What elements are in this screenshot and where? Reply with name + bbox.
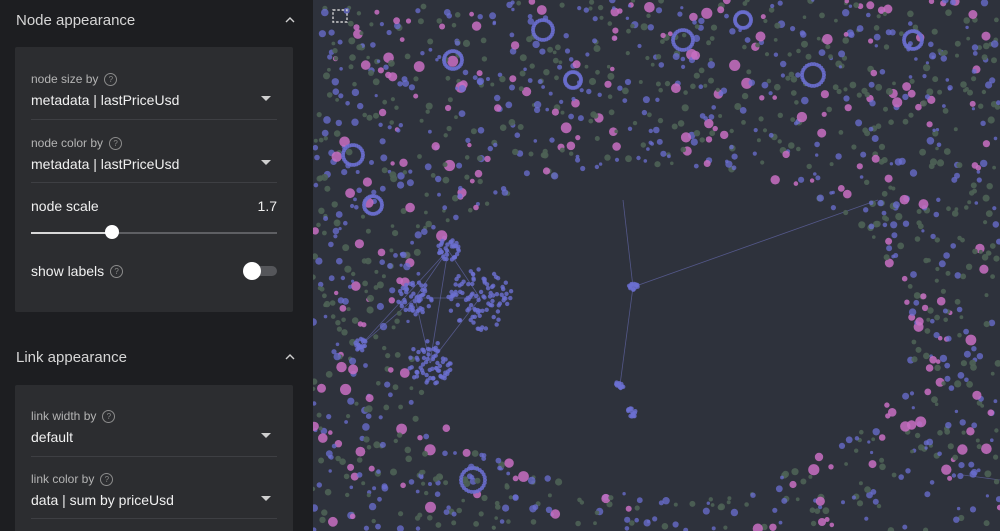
- link-width-by-select[interactable]: link width by ? default: [31, 409, 277, 449]
- settings-sidebar: Node appearance node size by ? metadata …: [0, 0, 313, 531]
- caret-down-icon[interactable]: [261, 160, 271, 165]
- divider: [31, 456, 277, 457]
- show-labels-label: show labels: [31, 263, 105, 279]
- link-width-by-value: default: [31, 429, 74, 445]
- caret-down-icon[interactable]: [261, 496, 271, 501]
- graph-canvas[interactable]: [313, 0, 1000, 531]
- node-scale-slider[interactable]: [31, 225, 277, 241]
- node-appearance-card: node size by ? metadata | lastPriceUsd n…: [15, 47, 293, 312]
- node-size-by-value: metadata | lastPriceUsd: [31, 92, 180, 108]
- node-scale-row: node scale 1.7: [31, 198, 277, 218]
- divider: [31, 119, 277, 120]
- node-color-by-select[interactable]: node color by ? metadata | lastPriceUsd: [31, 136, 277, 176]
- node-size-by-select[interactable]: node size by ? metadata | lastPriceUsd: [31, 72, 277, 112]
- help-icon[interactable]: ?: [110, 264, 124, 278]
- divider: [31, 518, 277, 519]
- node-size-by-label: node size by: [31, 72, 99, 86]
- graph-nodes: [313, 0, 1000, 531]
- chevron-up-icon[interactable]: [283, 350, 297, 364]
- help-icon[interactable]: ?: [109, 136, 123, 150]
- node-color-by-value: metadata | lastPriceUsd: [31, 156, 180, 172]
- link-width-by-label: link width by: [31, 409, 97, 423]
- selection-box-icon: [332, 9, 348, 23]
- toggle-knob: [243, 262, 261, 280]
- divider: [31, 182, 277, 183]
- caret-down-icon[interactable]: [261, 433, 271, 438]
- link-appearance-header[interactable]: Link appearance: [16, 345, 297, 369]
- node-appearance-title: Node appearance: [16, 11, 136, 29]
- help-icon[interactable]: ?: [102, 409, 116, 423]
- link-color-by-label: link color by: [31, 472, 95, 486]
- help-icon[interactable]: ?: [100, 472, 114, 486]
- node-appearance-header[interactable]: Node appearance: [16, 8, 297, 32]
- node-scale-value: 1.7: [257, 198, 277, 214]
- show-labels-row: show labels ?: [31, 261, 277, 281]
- selection-box-button[interactable]: [326, 4, 354, 28]
- help-icon[interactable]: ?: [104, 72, 118, 86]
- show-labels-toggle[interactable]: [243, 262, 277, 280]
- slider-fill: [31, 232, 113, 234]
- slider-thumb[interactable]: [105, 225, 120, 239]
- link-color-by-select[interactable]: link color by ? data | sum by priceUsd: [31, 472, 277, 512]
- link-color-by-value: data | sum by priceUsd: [31, 492, 174, 508]
- link-appearance-card: link width by ? default link color by ? …: [15, 385, 293, 531]
- chevron-up-icon[interactable]: [283, 13, 297, 27]
- node-scale-label: node scale: [31, 198, 99, 214]
- node-color-by-label: node color by: [31, 136, 104, 150]
- link-appearance-title: Link appearance: [16, 348, 127, 366]
- caret-down-icon[interactable]: [261, 96, 271, 101]
